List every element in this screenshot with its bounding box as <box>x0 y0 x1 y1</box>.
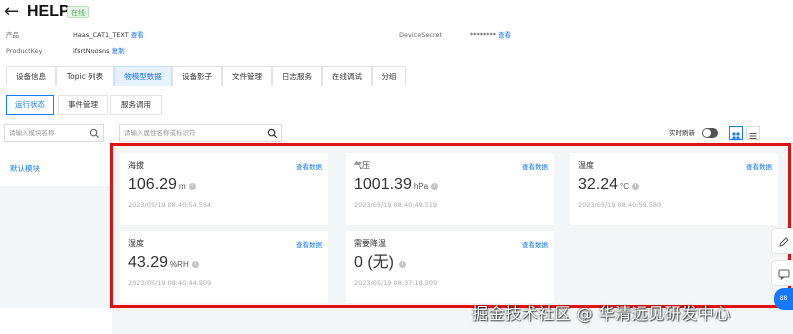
info-icon[interactable]: i <box>191 261 199 268</box>
property-value-line: 1001.39 hPa i <box>354 175 439 197</box>
property-card: 海拔 查看数据 106.29 m i 2023/05/19 08:40:54.554 <box>120 153 328 225</box>
realtime-refresh-toggle[interactable] <box>702 128 718 138</box>
product-value: Haas_CAT1_TEXT <box>73 31 129 39</box>
property-card: 气压 查看数据 1001.39 hPa i 2023/05/19 08:40:49.… <box>346 153 554 225</box>
devicesecret-view-link[interactable]: 查看 <box>498 31 511 39</box>
productkey-row: ProductKey <box>6 47 42 56</box>
product-label: 产品 <box>6 31 19 39</box>
main-tabs: 设备信息 Topic 列表 物模型数据 设备影子 文件管理 日志服务 在线调试 … <box>6 66 406 86</box>
property-search-input[interactable] <box>124 125 266 141</box>
list-view-button[interactable] <box>746 126 760 140</box>
message-tool-button[interactable] <box>771 260 793 286</box>
tab-thing-model-data[interactable]: 物模型数据 <box>114 66 172 86</box>
tab-log-service[interactable]: 日志服务 <box>272 66 322 86</box>
module-search-input[interactable] <box>9 125 91 141</box>
grid-view-button[interactable] <box>729 126 743 140</box>
module-item-default[interactable]: 默认模块 <box>0 148 112 186</box>
property-unit: m <box>178 182 186 191</box>
view-data-link[interactable]: 查看数据 <box>296 161 322 171</box>
property-name: 需要降温 <box>354 239 386 248</box>
property-name: 海拔 <box>128 161 144 170</box>
edit-icon <box>779 237 789 247</box>
property-unit: hPa <box>413 182 429 191</box>
view-data-link[interactable]: 查看数据 <box>746 161 772 171</box>
subtab-event-management[interactable]: 事件管理 <box>58 95 108 115</box>
property-timestamp: 2023/05/19 08:40:44.509 <box>128 279 212 287</box>
search-icon[interactable] <box>89 128 100 139</box>
info-icon[interactable]: i <box>431 183 439 190</box>
property-value: 32.24 <box>578 176 619 193</box>
toggle-knob <box>703 129 711 137</box>
devicesecret-value: ******** <box>470 31 496 39</box>
info-icon[interactable]: i <box>188 183 196 190</box>
info-icon[interactable]: i <box>399 261 407 268</box>
module-panel: 默认模块 <box>0 148 112 308</box>
property-value-line: 106.29 m i <box>128 175 196 197</box>
tab-topic-list[interactable]: Topic 列表 <box>56 66 114 86</box>
watermark-text: 掘金技术社区 @ 华清远见研发中心 <box>472 304 731 323</box>
back-arrow-icon[interactable]: ← <box>4 2 19 22</box>
help-fab-button[interactable]: 88 <box>774 288 793 310</box>
property-unit: °C <box>620 182 630 191</box>
property-search-box <box>119 124 282 142</box>
realtime-refresh-label: 实时刷新 <box>669 129 695 137</box>
search-icon[interactable] <box>267 128 278 139</box>
property-value: 1001.39 <box>354 176 412 193</box>
devicesecret-value-row: ******** 查看 <box>470 31 511 40</box>
tab-device-shadow[interactable]: 设备影子 <box>172 66 222 86</box>
property-timestamp: 2023/05/19 08:40:49.519 <box>354 201 438 209</box>
property-card: 需要降温 查看数据 0 (无) i 2023/05/19 08:37:18.509 <box>346 231 554 303</box>
page-header: ← HELP 在线 <box>0 0 793 26</box>
view-data-link[interactable]: 查看数据 <box>522 161 548 171</box>
edit-tool-button[interactable] <box>771 228 793 254</box>
property-timestamp: 2023/05/19 08:37:18.509 <box>354 279 438 287</box>
product-view-link[interactable]: 查看 <box>131 31 144 39</box>
product-value-row: Haas_CAT1_TEXT 查看 <box>73 31 144 40</box>
property-value-line: 0 (无) i <box>354 253 407 275</box>
property-value-line: 43.29 %RH i <box>128 253 199 275</box>
page-title: HELP <box>27 3 70 20</box>
list-view-icon <box>749 133 757 139</box>
property-value: 43.29 <box>128 254 169 271</box>
productkey-value-row: ifsrtNuosns 复制 <box>73 47 125 56</box>
property-timestamp: 2023/05/19 08:40:54.554 <box>128 201 212 209</box>
productkey-label: ProductKey <box>6 47 43 55</box>
status-badge: 在线 <box>67 6 89 18</box>
message-icon <box>778 269 790 280</box>
property-card: 湿度 查看数据 43.29 %RH i 2023/05/19 08:40:44.50… <box>120 231 328 303</box>
tab-group[interactable]: 分组 <box>372 66 406 86</box>
tab-file-management[interactable]: 文件管理 <box>222 66 272 86</box>
property-name: 湿度 <box>128 239 144 248</box>
property-timestamp: 2023/05/19 08:40:59.580 <box>578 201 662 209</box>
module-label: 默认模块 <box>10 164 40 173</box>
tab-device-info[interactable]: 设备信息 <box>6 66 56 86</box>
view-data-link[interactable]: 查看数据 <box>522 239 548 249</box>
devicesecret-label: DeviceSecret <box>399 31 443 39</box>
property-value: 106.29 <box>128 176 177 193</box>
property-name: 气压 <box>354 161 370 170</box>
property-card: 温度 查看数据 32.24 °C i 2023/05/19 08:40:59.580 <box>570 153 778 225</box>
property-value: 0 (无) <box>354 254 395 271</box>
property-name: 温度 <box>578 161 594 170</box>
property-unit: %RH <box>170 260 189 269</box>
property-value-line: 32.24 °C i <box>578 175 640 197</box>
subtab-service-call[interactable]: 服务调用 <box>110 95 162 115</box>
module-search-box <box>4 124 104 142</box>
grid-view-icon <box>732 132 740 140</box>
tab-online-debug[interactable]: 在线调试 <box>322 66 372 86</box>
product-row: 产品 <box>6 31 19 40</box>
subtab-running-status[interactable]: 运行状态 <box>6 95 54 115</box>
info-icon[interactable]: i <box>632 183 640 190</box>
productkey-value: ifsrtNuosns <box>73 47 110 55</box>
productkey-copy-link[interactable]: 复制 <box>112 47 125 55</box>
devicesecret-row: DeviceSecret <box>399 31 442 40</box>
view-data-link[interactable]: 查看数据 <box>296 239 322 249</box>
